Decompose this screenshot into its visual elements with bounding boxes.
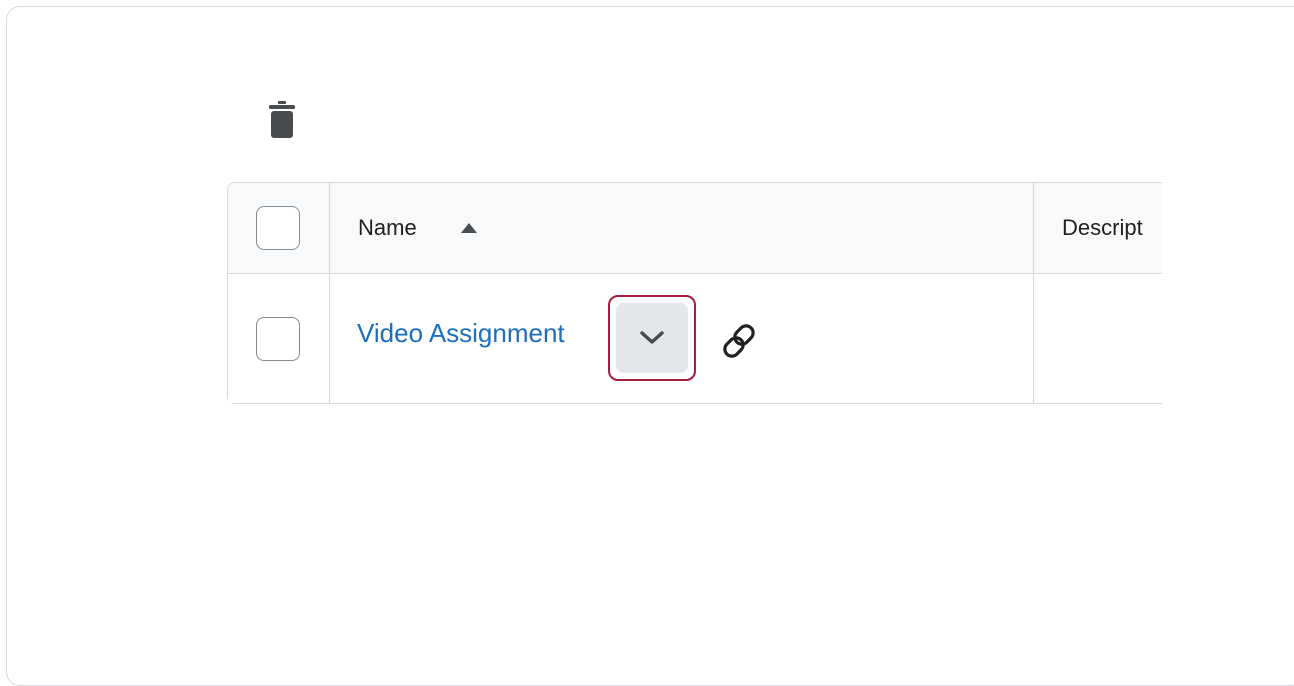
column-divider — [329, 183, 330, 273]
data-table: Name Descript Video Assignment — [227, 182, 1162, 404]
table-viewport: Name Descript Video Assignment — [227, 182, 1162, 404]
row-select-checkbox[interactable] — [256, 317, 300, 361]
column-divider — [329, 274, 330, 403]
select-all-checkbox[interactable] — [256, 206, 300, 250]
column-header-name[interactable]: Name — [358, 215, 417, 241]
column-divider — [1033, 183, 1034, 273]
sort-ascending-icon[interactable] — [460, 221, 478, 235]
table-row: Video Assignment — [228, 274, 1162, 403]
table-header-row: Name Descript — [228, 183, 1162, 274]
column-divider — [1033, 274, 1034, 403]
link-icon — [723, 324, 755, 358]
copy-link-button[interactable] — [718, 320, 760, 362]
delete-button[interactable] — [258, 96, 306, 144]
focus-highlight — [608, 295, 696, 381]
item-name-link[interactable]: Video Assignment — [357, 318, 565, 349]
trash-icon — [269, 101, 295, 138]
column-header-description: Descript — [1062, 215, 1143, 240]
